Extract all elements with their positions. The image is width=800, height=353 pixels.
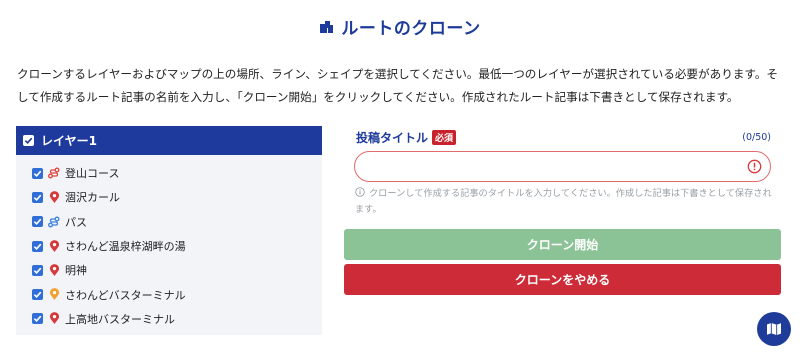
layer-checkbox[interactable] — [23, 135, 34, 146]
map-pin-icon — [48, 190, 60, 204]
hint-text: クローンして作成する記事のタイトルを入力してください。作成した記事は下書きとして… — [355, 188, 772, 215]
item-checkbox[interactable] — [32, 240, 43, 252]
route-line-icon — [48, 215, 60, 229]
title-hint: クローンして作成する記事のタイトルを入力してください。作成した記事は下書きとして… — [355, 186, 773, 218]
item-label: 明神 — [65, 264, 87, 278]
start-clone-button[interactable]: クローン開始 — [344, 229, 781, 260]
layer-item-list: 登山コース 涸沢カール パス さわんど温泉梓湖畔の湯 明神 さわんどバスターミナ… — [16, 155, 322, 331]
required-badge: 必須 — [432, 130, 457, 145]
item-checkbox[interactable] — [32, 313, 43, 325]
title-input[interactable] — [355, 152, 770, 181]
map-pin-icon — [48, 312, 60, 326]
title-input-wrapper — [354, 151, 771, 182]
item-checkbox[interactable] — [32, 167, 43, 179]
info-icon — [355, 187, 365, 197]
item-checkbox[interactable] — [32, 191, 43, 203]
layer-item[interactable]: 上高地バスターミナル — [16, 307, 322, 331]
title-field-label: 投稿タイトル — [356, 131, 429, 145]
map-toggle-button[interactable] — [757, 312, 791, 346]
cancel-clone-button[interactable]: クローンをやめる — [344, 264, 781, 295]
char-counter: (0/50) — [742, 132, 771, 143]
layer-item[interactable]: 明神 — [16, 258, 322, 282]
page-header: ルートのクローン — [0, 14, 800, 39]
map-icon — [767, 323, 781, 336]
error-icon — [747, 159, 762, 174]
item-checkbox[interactable] — [32, 289, 43, 301]
layer-item[interactable]: 登山コース — [16, 161, 322, 185]
route-line-icon — [48, 166, 60, 180]
page-description: クローンするレイヤーおよびマップの上の場所、ライン、シェイプを選択してください。… — [17, 67, 779, 104]
map-pin-icon — [48, 263, 60, 277]
item-label: 登山コース — [65, 167, 120, 181]
item-checkbox[interactable] — [32, 216, 43, 228]
item-label: 上高地バスターミナル — [65, 312, 175, 326]
item-label: 涸沢カール — [65, 191, 120, 205]
layer-name: レイヤー1 — [41, 134, 97, 148]
layer-item[interactable]: パス — [16, 210, 322, 234]
layer-item[interactable]: 涸沢カール — [16, 185, 322, 209]
map-pin-icon — [48, 288, 60, 302]
layer-item[interactable]: さわんど温泉梓湖畔の湯 — [16, 234, 322, 258]
map-pin-icon — [48, 239, 60, 253]
layer-header: レイヤー1 — [16, 126, 322, 155]
item-label: さわんどバスターミナル — [65, 288, 186, 302]
item-label: さわんど温泉梓湖畔の湯 — [65, 240, 186, 254]
layer-panel: レイヤー1 登山コース 涸沢カール パス さわんど温泉梓湖畔の湯 明神 さわんど… — [16, 126, 322, 335]
item-label: パス — [65, 215, 87, 229]
layer-item[interactable]: さわんどバスターミナル — [16, 282, 322, 306]
title-field-header: 投稿タイトル 必須 (0/50) — [356, 129, 771, 146]
clone-icon — [319, 19, 335, 35]
item-checkbox[interactable] — [32, 264, 43, 276]
page-title: ルートのクローン — [341, 19, 481, 39]
